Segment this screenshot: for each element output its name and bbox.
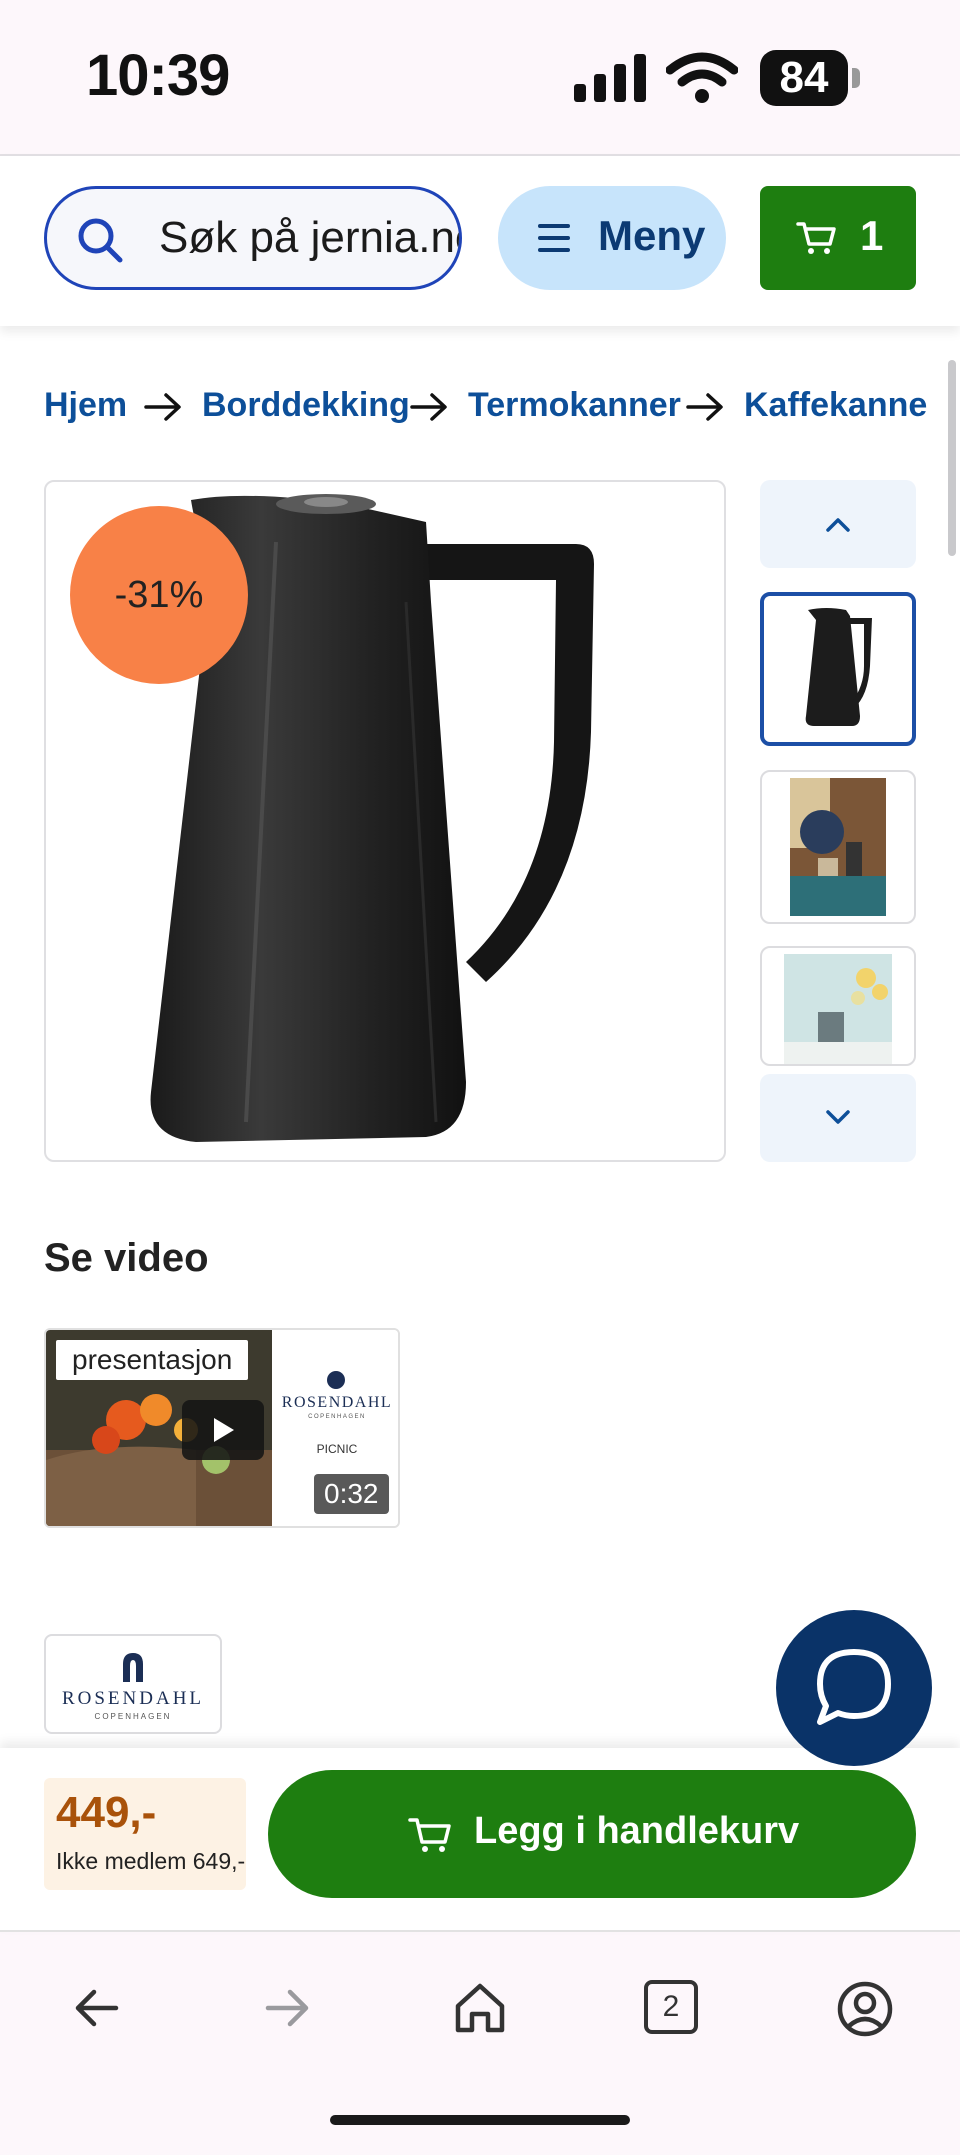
chat-button[interactable]	[776, 1610, 932, 1766]
home-icon[interactable]	[452, 1980, 508, 2036]
product-price: 449,-	[56, 1788, 157, 1837]
thumbnail-2[interactable]	[760, 770, 916, 924]
brand-sub: COPENHAGEN	[94, 1712, 172, 1721]
search-placeholder: Søk på jernia.no	[159, 213, 462, 262]
video-player[interactable]: ROSENDAHL COPENHAGEN PICNIC presentasjon…	[44, 1328, 400, 1528]
home-indicator	[330, 2115, 630, 2125]
video-brand-sub: COPENHAGEN	[308, 1414, 366, 1420]
cart-button[interactable]: 1	[760, 186, 916, 290]
arrow-right-icon	[144, 393, 181, 421]
tab-count: 2	[662, 1990, 680, 2023]
brand-logo-link[interactable]: ROSENDAHL COPENHAGEN	[44, 1634, 222, 1734]
arrow-right-icon	[410, 393, 447, 421]
cart-icon	[408, 1818, 451, 1852]
discount-badge: -31%	[70, 506, 248, 684]
cart-count: 1	[860, 212, 884, 259]
breadcrumb-item-kaffekanne[interactable]: Kaffekanne	[744, 386, 927, 425]
menu-label: Meny	[598, 212, 706, 259]
video-brand-text: ROSENDAHL	[281, 1394, 393, 1411]
cart-icon	[796, 222, 836, 254]
thumbnail-down-button[interactable]	[760, 1074, 916, 1162]
chevron-up-icon	[826, 518, 850, 532]
brand-emblem-icon	[123, 1653, 143, 1682]
purchase-bar: 449,- Ikke medlem 649,- Legg i handlekur…	[0, 1748, 960, 1932]
video-duration: 0:32	[314, 1474, 389, 1514]
thumbnail-table-image	[790, 778, 886, 916]
breadcrumb: Hjem Borddekking Termokanner Kaffekanne	[44, 386, 944, 436]
search-input[interactable]: Søk på jernia.no	[44, 186, 462, 290]
tabs-button[interactable]: 2	[644, 1980, 698, 2034]
menu-button[interactable]: Meny	[498, 186, 726, 290]
video-section-heading: Se video	[44, 1236, 209, 1280]
breadcrumb-item-hjem[interactable]: Hjem	[44, 386, 127, 425]
breadcrumb-item-borddekking[interactable]: Borddekking	[202, 386, 410, 425]
thumbnail-3[interactable]	[760, 946, 916, 1066]
battery-indicator: 84	[760, 50, 860, 106]
battery-cap	[852, 68, 860, 88]
add-to-cart-label: Legg i handlekurv	[474, 1810, 800, 1852]
arrow-right-icon	[686, 393, 723, 421]
video-tag: presentasjon	[56, 1340, 249, 1380]
thumbnail-flowers-image	[784, 954, 892, 1064]
wifi-icon	[666, 52, 738, 103]
menu-icon	[538, 224, 570, 252]
chat-icon	[817, 1649, 891, 1725]
non-member-price: Ikke medlem 649,-	[56, 1848, 246, 1874]
account-icon[interactable]	[836, 1980, 894, 2038]
video-picnic-text: PICNIC	[316, 1442, 358, 1456]
thumbnail-up-button[interactable]	[760, 480, 916, 568]
status-bar: 10:39 84	[0, 0, 960, 156]
back-icon[interactable]	[68, 1980, 124, 2036]
battery-level: 84	[760, 50, 848, 106]
play-icon	[214, 1418, 234, 1442]
forward-icon[interactable]	[260, 1980, 316, 2036]
brand-name: ROSENDAHL	[61, 1688, 205, 1709]
add-to-cart-button[interactable]: Legg i handlekurv	[268, 1770, 916, 1898]
thumbnail-pitcher-image	[805, 608, 872, 726]
breadcrumb-item-termokanner[interactable]: Termokanner	[468, 386, 681, 425]
signal-icon	[574, 54, 646, 102]
play-button[interactable]	[182, 1400, 264, 1460]
price-box: 449,- Ikke medlem 649,-	[44, 1778, 246, 1890]
chevron-down-icon	[826, 1110, 850, 1124]
page-scrollbar[interactable]	[948, 360, 956, 556]
status-time: 10:39	[86, 43, 230, 108]
site-header: Søk på jernia.no Meny 1	[0, 156, 960, 326]
browser-toolbar: 2	[0, 1932, 960, 2155]
search-icon	[78, 218, 123, 263]
thumbnail-1[interactable]	[760, 592, 916, 746]
